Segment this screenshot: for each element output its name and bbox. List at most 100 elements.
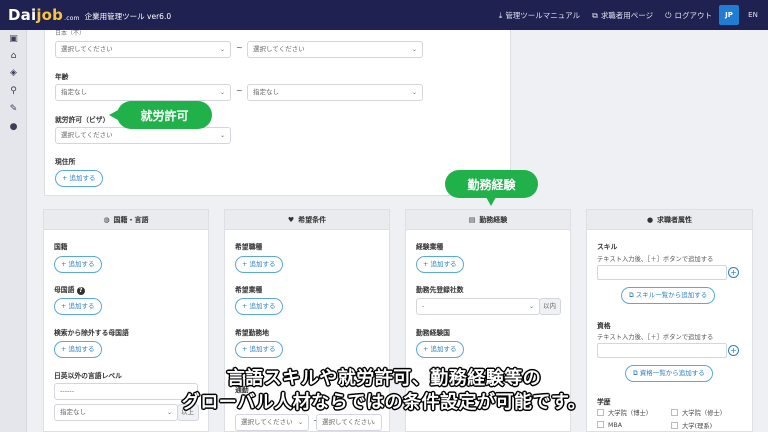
skill-label: スキル [597,243,618,251]
visa-select-value: 選択してください [61,131,113,139]
add-residence-button[interactable]: + 追加する [55,170,103,187]
work-experience-title: 勤務経験 [479,215,508,224]
logo-suffix: .com [64,15,80,22]
visa-select[interactable]: 選択してください ⌄ [55,127,231,144]
age-min-select[interactable]: 指定なし ⌄ [55,84,231,101]
add-mother-tongue-button[interactable]: + 追加する [54,298,102,315]
jobseeker-page-link[interactable]: ⧉ 求職者用ページ [592,10,653,21]
subtitle-line-1: 言語スキルや就労許可、勤務経験等の [226,368,542,389]
chevron-down-icon: ⌄ [219,46,225,53]
help-icon[interactable]: ? [76,287,85,295]
nationality-language-header: ◍ 国籍・言語 [44,210,208,230]
checkbox-box [597,421,604,428]
range-end-select[interactable]: 選択してください ⌄ [247,41,423,58]
add-nationality-button[interactable]: + 追加する [54,256,102,273]
companies-suffix: 以内 [539,298,561,315]
manual-link-label: 管理ツールマニュアル [505,10,581,20]
power-icon: ⏻ [665,10,672,20]
education-option-label: MBA [608,422,623,429]
qualification-label: 資格 [597,322,611,330]
experience-industry-label: 経験業種 [416,243,444,251]
qualification-note: テキスト入力後、［＋］ボタンで追加する [597,334,714,341]
add-qualification-plus-icon[interactable]: + [728,345,739,356]
preferences-title: 希望条件 [298,215,327,224]
add-experience-industry-button[interactable]: + 追加する [416,256,464,273]
chevron-down-icon: ⌄ [370,419,376,426]
registered-companies-select[interactable]: - ⌄ [416,298,540,315]
jobseeker-page-link-label: 求職者用ページ [600,10,654,20]
desired-job-label: 希望職種 [235,243,263,251]
work-experience-header: ▤ 勤務経験 [406,210,570,230]
skill-input[interactable] [597,265,727,280]
add-work-country-button[interactable]: + 追加する [416,341,464,358]
checkbox-box [671,422,678,429]
add-desired-job-button[interactable]: + 追加する [235,256,283,273]
add-desired-industry-button[interactable]: + 追加する [235,298,283,315]
visa-callout: 就労許可 [117,101,212,129]
work-country-label: 勤務経験国 [416,329,450,337]
preferences-header: ♥ 希望条件 [225,210,389,230]
age-max-value: 指定なし [253,88,279,96]
header-links: ⤓ 管理ツールマニュアル ⧉ 求職者用ページ ⏻ ログアウト [499,0,712,30]
add-desired-location-button[interactable]: + 追加する [235,341,283,358]
range-end-value: 選択してください [253,45,305,53]
tool-title: 企業用管理ツール ver6.0 [84,11,172,21]
briefcase-icon: ▤ [468,215,476,224]
logo-text: Dai [8,6,37,24]
range-start-value: 選択してください [61,45,113,53]
layers-icon[interactable]: ◈ [8,68,19,79]
nationality-label: 国籍 [54,243,68,251]
search-user-icon[interactable]: ⚲ [8,86,19,97]
commute-start-value: 選択してください [241,418,293,426]
commute-start-select[interactable]: 選択してください ⌄ [235,414,309,431]
globe-icon: ◍ [103,215,110,224]
chevron-down-icon: ⌄ [219,132,225,139]
education-checkbox-science[interactable]: 大学(理系) [671,421,712,430]
commute-end-value: 選択してください [322,418,374,426]
education-checkbox-mba[interactable]: MBA [597,421,622,429]
home-icon[interactable]: ⌂ [8,51,19,62]
mother-tongue-label-text: 母国語 [54,286,75,294]
desired-location-label: 希望勤務地 [235,329,269,337]
qualification-input[interactable] [597,343,727,358]
skill-list-button-label: スキル一覧から追加する [635,291,708,299]
chevron-down-icon: ⌄ [219,89,225,96]
user-icon[interactable]: ● [8,122,19,133]
user-icon: ● [646,215,654,224]
work-experience-callout: 勤務経験 [445,170,538,198]
daijob-logo[interactable]: Daijob.com [8,6,80,24]
jobseeker-attributes-header: ● 求職者属性 [587,210,752,230]
logout-link[interactable]: ⏻ ログアウト [665,10,712,21]
skill-list-button[interactable]: ⧉ スキル一覧から追加する [621,287,716,304]
registered-companies-value: - [422,302,425,310]
age-tilde: ~ [236,86,243,95]
nationality-language-title: 国籍・言語 [113,215,149,224]
visa-callout-tail [109,110,118,120]
visa-label: 就労許可（ビザ） [55,116,110,124]
chevron-down-icon: ⌄ [411,89,417,96]
jobseeker-attributes-title: 求職者属性 [657,215,693,224]
commute-end-select[interactable]: 選択してください ⌄ [316,414,382,431]
partial-label: 日本（不） [55,30,86,37]
add-exclude-language-button[interactable]: + 追加する [54,341,102,358]
age-max-select[interactable]: 指定なし ⌄ [247,84,423,101]
residence-label: 現住所 [55,158,76,166]
add-skill-plus-icon[interactable]: + [728,267,739,278]
logo-text-accent: job [36,6,64,24]
work-experience-callout-tail [486,197,496,206]
exclude-language-label: 検索から除外する母国語 [54,329,129,337]
chevron-down-icon: ⌄ [411,46,417,53]
heart-icon: ♥ [287,215,295,224]
desired-industry-label: 希望業種 [235,286,263,294]
range-start-select[interactable]: 選択してください ⌄ [55,41,231,58]
age-min-value: 指定なし [61,88,87,96]
registered-companies-label: 勤務先登録社数 [416,286,464,294]
skill-note: テキスト入力後、［＋］ボタンで追加する [597,256,714,263]
manual-link[interactable]: ⤓ 管理ツールマニュアル [499,10,580,21]
dashboard-icon[interactable]: ▣ [8,34,19,45]
language-jp-button[interactable]: JP [719,5,739,25]
language-en-button[interactable]: EN [743,5,763,25]
subtitle-line-2: グローバル人材ならではの条件設定が可能です。 [181,392,587,413]
education-option-label: 大学(理系) [682,423,713,430]
edit-icon[interactable]: ✎ [8,104,19,115]
